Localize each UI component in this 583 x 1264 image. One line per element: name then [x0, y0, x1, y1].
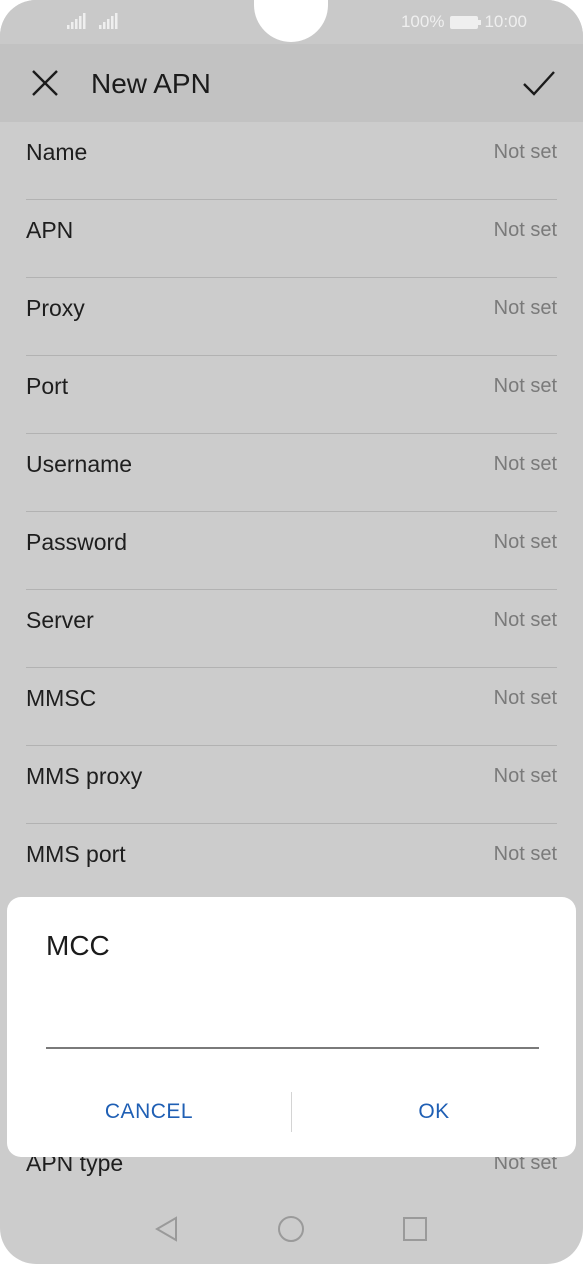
- field-row-username[interactable]: Username Not set: [26, 434, 557, 512]
- page-title: New APN: [91, 68, 211, 99]
- field-value: Not set: [493, 297, 557, 319]
- field-value: Not set: [493, 141, 557, 163]
- field-value: Not set: [493, 531, 557, 553]
- mcc-input[interactable]: [46, 1001, 539, 1049]
- recents-icon[interactable]: [400, 1214, 430, 1244]
- battery-icon: [450, 15, 482, 29]
- field-row-apn[interactable]: APN Not set: [26, 200, 557, 278]
- status-right: 100% 10:00: [401, 12, 527, 32]
- field-value: Not set: [493, 765, 557, 787]
- field-label: Proxy: [26, 295, 85, 321]
- field-row-mms-port[interactable]: MMS port Not set: [26, 824, 557, 902]
- back-icon[interactable]: [152, 1214, 182, 1244]
- field-value: Not set: [493, 687, 557, 709]
- field-label: Server: [26, 607, 94, 633]
- field-row-mmsc[interactable]: MMSC Not set: [26, 668, 557, 746]
- camera-notch: [254, 0, 328, 42]
- field-label: APN: [26, 217, 74, 243]
- field-label: MMS port: [26, 841, 126, 867]
- field-row-proxy[interactable]: Proxy Not set: [26, 278, 557, 356]
- cancel-button[interactable]: CANCEL: [7, 1092, 291, 1132]
- field-label: MMS proxy: [26, 763, 143, 789]
- check-icon[interactable]: [521, 66, 557, 100]
- status-bar: 100% 10:00: [0, 0, 583, 44]
- field-value: Not set: [493, 219, 557, 241]
- field-label: MMSC: [26, 685, 97, 711]
- field-value: Not set: [493, 375, 557, 397]
- field-value: Not set: [493, 609, 557, 631]
- field-row-mms-proxy[interactable]: MMS proxy Not set: [26, 746, 557, 824]
- app-bar: New APN: [0, 44, 583, 122]
- field-row-port[interactable]: Port Not set: [26, 356, 557, 434]
- mcc-dialog: MCC CANCEL OK: [7, 897, 576, 1157]
- phone-screen: 100% 10:00 New APN Name Not set APN Not …: [0, 0, 583, 1264]
- dialog-title: MCC: [46, 930, 110, 961]
- field-row-password[interactable]: Password Not set: [26, 512, 557, 590]
- navigation-bar: [0, 1196, 583, 1264]
- field-label: Username: [26, 451, 133, 477]
- field-label: Name: [26, 139, 88, 165]
- clock: 10:00: [484, 12, 527, 31]
- signal-icon: [67, 13, 86, 29]
- apn-fields-list: Name Not set APN Not set Proxy Not set P…: [26, 122, 557, 902]
- ok-button[interactable]: OK: [292, 1092, 576, 1132]
- close-icon[interactable]: [28, 66, 62, 100]
- field-value: Not set: [493, 453, 557, 475]
- home-icon[interactable]: [276, 1214, 306, 1244]
- field-row-server[interactable]: Server Not set: [26, 590, 557, 668]
- field-label: Port: [26, 373, 69, 399]
- field-value: Not set: [493, 843, 557, 865]
- field-label: Password: [26, 529, 127, 555]
- field-row-name[interactable]: Name Not set: [26, 122, 557, 200]
- signal-icon: [99, 13, 118, 29]
- battery-percent: 100%: [400, 12, 445, 31]
